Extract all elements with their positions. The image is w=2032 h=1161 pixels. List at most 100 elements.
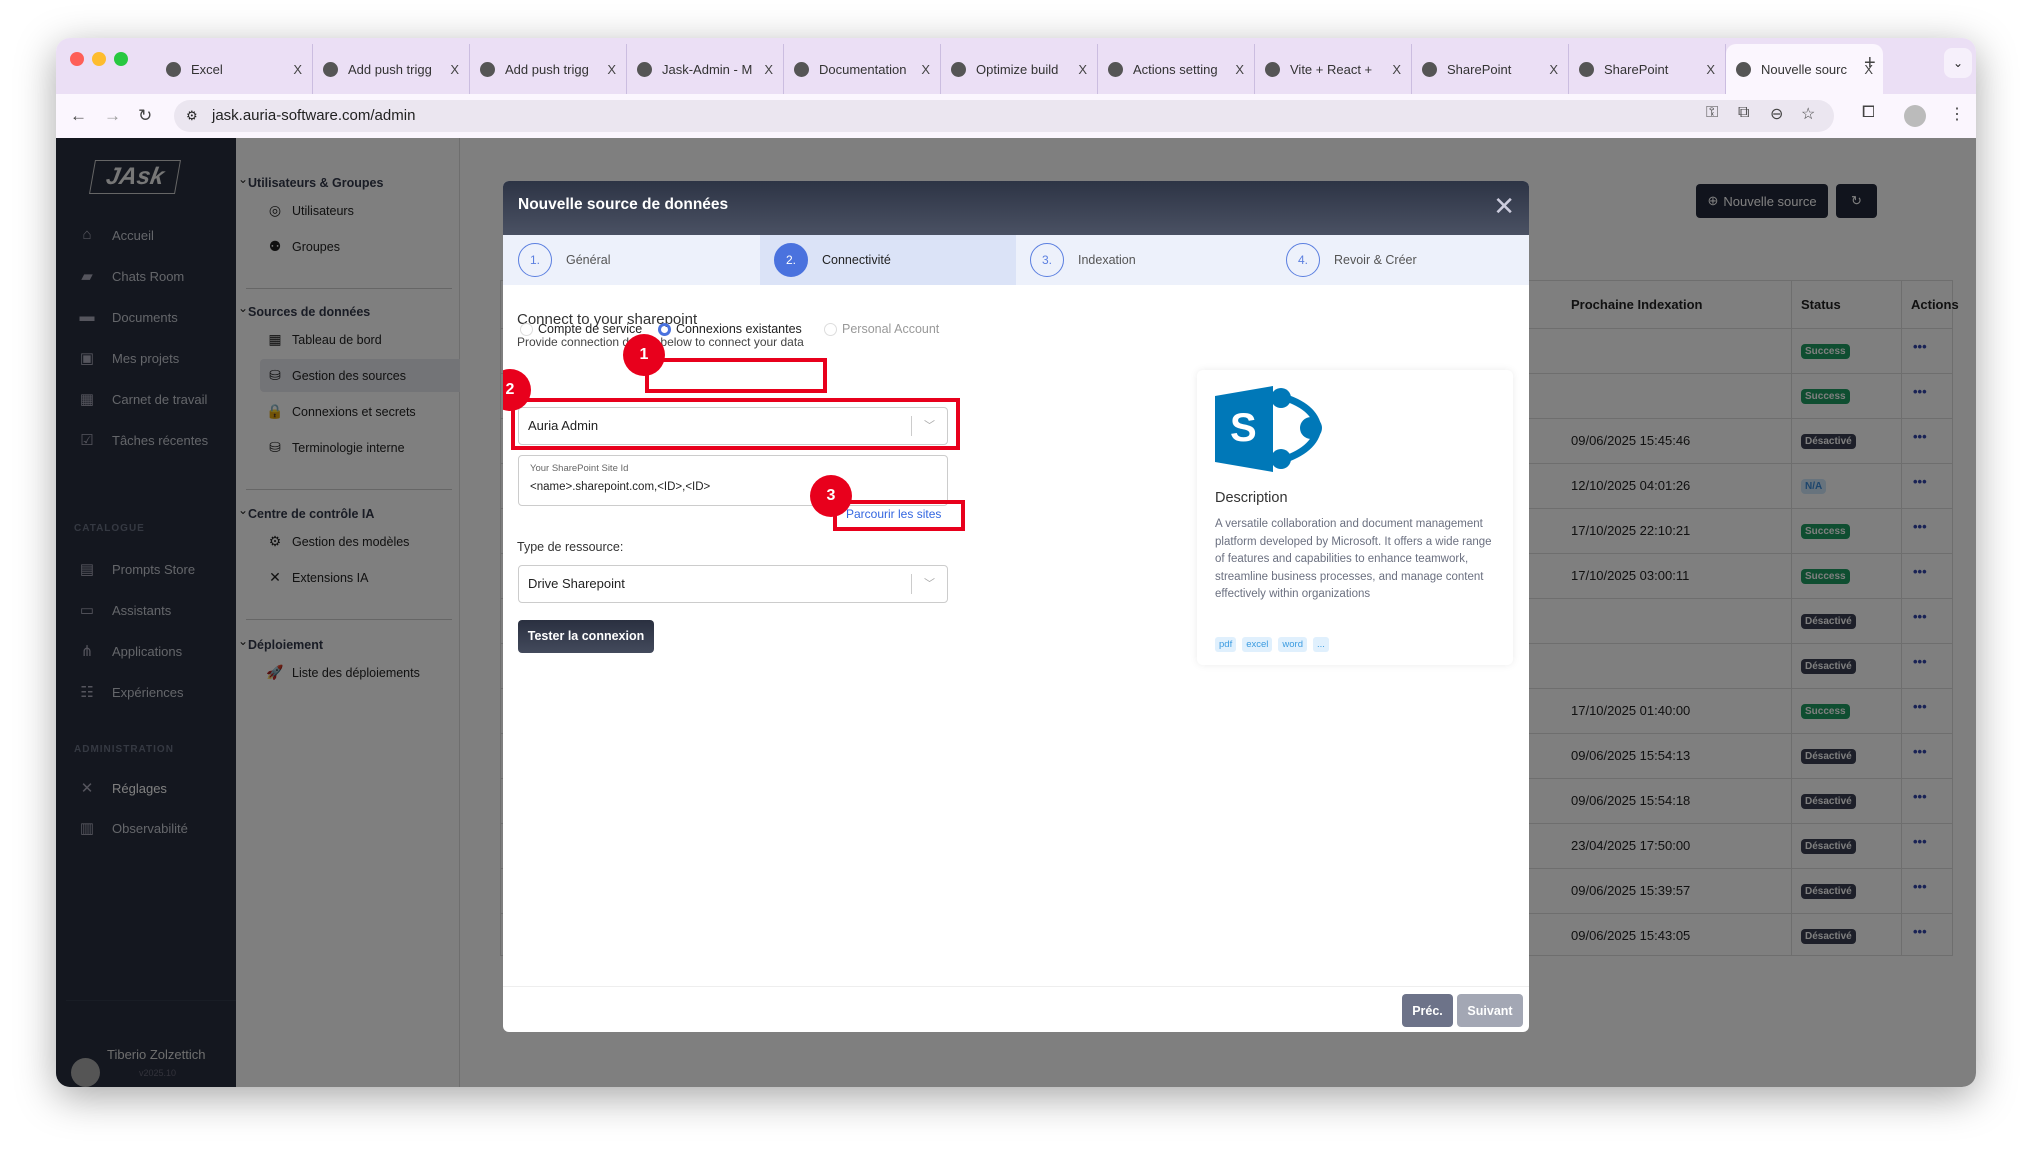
new-data-source-modal: Nouvelle source de données ✕ 1. Général 2.…	[503, 181, 1529, 1032]
github-icon	[1108, 61, 1123, 77]
reload-icon[interactable]: ↻	[138, 106, 152, 126]
radio-circle-icon	[520, 322, 533, 336]
menu-kebab-icon[interactable]: ⋮	[1949, 104, 1965, 124]
wizard-steps: 1. Général 2. Connectivité 3. Indexation 4. Rev…	[503, 235, 1529, 285]
auth-option-radio[interactable]: Personal Account	[824, 322, 939, 336]
tab-title: Documentation	[819, 61, 907, 77]
radio-circle-icon	[824, 322, 837, 336]
wizard-step[interactable]: 1. Général	[504, 235, 760, 285]
tab-title: SharePoint	[1447, 61, 1512, 77]
tab-title: Nouvelle sourc	[1761, 61, 1847, 77]
sharepoint-description-card: S Description A versatile collaboration …	[1197, 370, 1513, 665]
auth-option-radio[interactable]: Compte de service	[520, 322, 642, 336]
tab-close-icon[interactable]: X	[1392, 62, 1401, 77]
translate-icon[interactable]: ⧉	[1738, 104, 1749, 122]
browser-tab[interactable]: Actions setting X	[1098, 44, 1255, 94]
browser-tab[interactable]: SharePoint X	[1569, 44, 1726, 94]
openai-icon	[951, 61, 966, 77]
forward-icon[interactable]: →	[104, 106, 121, 126]
radio-circle-icon	[658, 322, 671, 336]
tab-list-button[interactable]: ⌄	[1944, 48, 1972, 78]
annotation-box-1	[645, 358, 827, 393]
step-label: Indexation	[1078, 253, 1136, 267]
maximize-window-button[interactable]	[114, 52, 128, 66]
site-settings-icon[interactable]: ⚙	[186, 100, 198, 132]
url-text[interactable]: jask.auria-software.com/admin	[212, 107, 415, 124]
globe-icon	[1579, 61, 1594, 77]
github-error-icon	[480, 61, 495, 77]
browser-tab[interactable]: Vite + React + X	[1255, 44, 1412, 94]
resource-type-value: Drive Sharepoint	[528, 576, 625, 591]
browser-tab[interactable]: Add push trigg X	[470, 44, 627, 94]
bookmark-star-icon[interactable]: ☆	[1801, 104, 1815, 124]
card-description: A versatile collaboration and document m…	[1215, 518, 1492, 600]
auth-option-label: Personal Account	[842, 322, 940, 336]
auth-option-label: Compte de service	[538, 322, 643, 336]
chevron-down-icon: ﹀	[911, 574, 947, 594]
auth-option-label: Connexions existantes	[676, 322, 802, 336]
tab-close-icon[interactable]: X	[1078, 62, 1087, 77]
resource-type-label: Type de ressource:	[517, 540, 624, 554]
wizard-step[interactable]: 2. Connectivité	[760, 235, 1016, 285]
tab-close-icon[interactable]: X	[1235, 62, 1244, 77]
browser-tab[interactable]: Add push trigg X	[313, 44, 470, 94]
step-number: 2.	[774, 243, 808, 277]
svg-text:S: S	[1230, 406, 1257, 450]
resource-type-select[interactable]: Drive Sharepoint ﹀	[518, 565, 948, 603]
globe-icon	[166, 61, 181, 77]
previous-button[interactable]: Préc.	[1402, 994, 1453, 1027]
tab-close-icon[interactable]: X	[1706, 62, 1715, 77]
browser-tab[interactable]: Nouvelle sourc X	[1726, 44, 1883, 94]
new-tab-button[interactable]: +	[1864, 52, 1876, 75]
close-icon[interactable]: ✕	[1493, 193, 1515, 219]
tab-close-icon[interactable]: X	[764, 62, 773, 77]
globe-icon	[794, 61, 809, 77]
url-bar[interactable]: ⚙ jask.auria-software.com/admin	[174, 100, 1834, 132]
tab-close-icon[interactable]: X	[293, 62, 302, 77]
test-connection-button[interactable]: Tester la connexion	[518, 620, 654, 653]
minimize-window-button[interactable]	[92, 52, 106, 66]
globe-icon	[1422, 61, 1437, 77]
zoom-icon[interactable]: ⊖	[1770, 104, 1783, 124]
site-id-label: Your SharePoint Site Id	[530, 463, 629, 474]
step-label: Général	[566, 253, 611, 267]
browser-tab[interactable]: Documentation X	[784, 44, 941, 94]
browser-tab[interactable]: Optimize build X	[941, 44, 1098, 94]
step-number: 1.	[518, 243, 552, 277]
close-window-button[interactable]	[70, 52, 84, 66]
step-label: Revoir & Créer	[1334, 253, 1417, 267]
tab-title: Add push trigg	[348, 61, 432, 77]
key-icon[interactable]: ⚿	[1706, 104, 1718, 122]
site-id-input[interactable]: <name>.sharepoint.com,<ID>,<ID>	[530, 481, 710, 493]
browser-tab[interactable]: SharePoint X	[1412, 44, 1569, 94]
sharepoint-logo-icon: S	[1215, 386, 1322, 472]
auth-option-radio[interactable]: Connexions existantes	[658, 322, 802, 336]
annotation-box-3	[833, 500, 965, 531]
profile-avatar[interactable]	[1904, 105, 1926, 127]
address-toolbar: ← → ↻ ⚙ jask.auria-software.com/admin ⚿ …	[56, 94, 1976, 138]
tab-title: Vite + React +	[1290, 61, 1373, 77]
card-title: Description	[1215, 490, 1288, 506]
tab-title: Excel	[191, 61, 223, 77]
back-icon[interactable]: ←	[70, 106, 87, 126]
next-button[interactable]: Suivant	[1457, 994, 1523, 1027]
tab-bar: Excel X Add push trigg X Add push trigg X Jask…	[56, 38, 1976, 94]
tab-close-icon[interactable]: X	[1549, 62, 1558, 77]
file-type-tag: ...	[1313, 637, 1329, 652]
tab-title: Jask-Admin - M	[662, 61, 753, 77]
browser-tab[interactable]: Excel X	[156, 44, 313, 94]
tab-close-icon[interactable]: X	[607, 62, 616, 77]
site-id-field[interactable]: Your SharePoint Site Id <name>.sharepoin…	[518, 455, 948, 506]
browser-tab[interactable]: Jask-Admin - M X	[627, 44, 784, 94]
tab-title: Optimize build	[976, 61, 1059, 77]
modal-header: Nouvelle source de données ✕	[503, 181, 1529, 235]
jask-icon	[1736, 61, 1751, 77]
azure-icon	[637, 61, 652, 77]
tab-close-icon[interactable]: X	[450, 62, 459, 77]
tab-close-icon[interactable]: X	[921, 62, 930, 77]
wizard-step[interactable]: 4. Revoir & Créer	[1272, 235, 1528, 285]
github-error-icon	[323, 61, 338, 77]
extensions-icon[interactable]: ⧠	[1862, 104, 1875, 122]
annotation-marker-1: 1	[623, 334, 665, 376]
wizard-step[interactable]: 3. Indexation	[1016, 235, 1272, 285]
